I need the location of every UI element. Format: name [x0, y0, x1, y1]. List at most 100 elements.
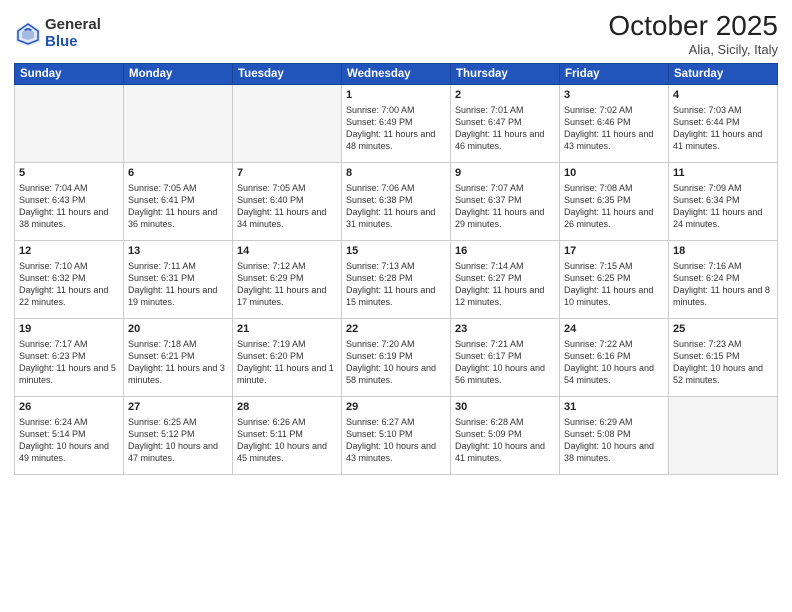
calendar-cell: 12Sunrise: 7:10 AM Sunset: 6:32 PM Dayli…: [15, 241, 124, 319]
day-info: Sunrise: 6:28 AM Sunset: 5:09 PM Dayligh…: [455, 416, 555, 465]
day-number: 6: [128, 166, 228, 181]
logo-general-label: General: [45, 17, 101, 34]
calendar-week-0: 1Sunrise: 7:00 AM Sunset: 6:49 PM Daylig…: [15, 85, 778, 163]
calendar-cell: 4Sunrise: 7:03 AM Sunset: 6:44 PM Daylig…: [669, 85, 778, 163]
col-monday: Monday: [124, 64, 233, 85]
day-number: 4: [673, 88, 773, 103]
calendar-cell: 27Sunrise: 6:25 AM Sunset: 5:12 PM Dayli…: [124, 397, 233, 475]
calendar-cell: 8Sunrise: 7:06 AM Sunset: 6:38 PM Daylig…: [342, 163, 451, 241]
day-number: 26: [19, 400, 119, 415]
day-info: Sunrise: 7:21 AM Sunset: 6:17 PM Dayligh…: [455, 338, 555, 387]
logo-blue-label: Blue: [45, 34, 101, 51]
day-info: Sunrise: 7:16 AM Sunset: 6:24 PM Dayligh…: [673, 260, 773, 309]
day-info: Sunrise: 7:13 AM Sunset: 6:28 PM Dayligh…: [346, 260, 446, 309]
day-number: 14: [237, 244, 337, 259]
day-info: Sunrise: 7:15 AM Sunset: 6:25 PM Dayligh…: [564, 260, 664, 309]
month-title: October 2025: [608, 10, 778, 42]
day-number: 7: [237, 166, 337, 181]
calendar-cell: 1Sunrise: 7:00 AM Sunset: 6:49 PM Daylig…: [342, 85, 451, 163]
calendar-cell: 18Sunrise: 7:16 AM Sunset: 6:24 PM Dayli…: [669, 241, 778, 319]
day-number: 25: [673, 322, 773, 337]
day-info: Sunrise: 6:24 AM Sunset: 5:14 PM Dayligh…: [19, 416, 119, 465]
calendar-cell: 5Sunrise: 7:04 AM Sunset: 6:43 PM Daylig…: [15, 163, 124, 241]
day-number: 27: [128, 400, 228, 415]
day-number: 17: [564, 244, 664, 259]
day-number: 15: [346, 244, 446, 259]
day-info: Sunrise: 7:17 AM Sunset: 6:23 PM Dayligh…: [19, 338, 119, 387]
calendar-cell: 31Sunrise: 6:29 AM Sunset: 5:08 PM Dayli…: [560, 397, 669, 475]
col-thursday: Thursday: [451, 64, 560, 85]
calendar-cell: 11Sunrise: 7:09 AM Sunset: 6:34 PM Dayli…: [669, 163, 778, 241]
calendar-cell: 29Sunrise: 6:27 AM Sunset: 5:10 PM Dayli…: [342, 397, 451, 475]
calendar-cell: 19Sunrise: 7:17 AM Sunset: 6:23 PM Dayli…: [15, 319, 124, 397]
calendar-cell: 17Sunrise: 7:15 AM Sunset: 6:25 PM Dayli…: [560, 241, 669, 319]
day-info: Sunrise: 7:11 AM Sunset: 6:31 PM Dayligh…: [128, 260, 228, 309]
calendar-cell: 14Sunrise: 7:12 AM Sunset: 6:29 PM Dayli…: [233, 241, 342, 319]
day-number: 2: [455, 88, 555, 103]
day-number: 12: [19, 244, 119, 259]
day-number: 19: [19, 322, 119, 337]
day-number: 20: [128, 322, 228, 337]
day-info: Sunrise: 6:29 AM Sunset: 5:08 PM Dayligh…: [564, 416, 664, 465]
day-info: Sunrise: 7:05 AM Sunset: 6:40 PM Dayligh…: [237, 182, 337, 231]
calendar-week-2: 12Sunrise: 7:10 AM Sunset: 6:32 PM Dayli…: [15, 241, 778, 319]
col-saturday: Saturday: [669, 64, 778, 85]
day-number: 8: [346, 166, 446, 181]
calendar-cell: [669, 397, 778, 475]
col-tuesday: Tuesday: [233, 64, 342, 85]
calendar-cell: 28Sunrise: 6:26 AM Sunset: 5:11 PM Dayli…: [233, 397, 342, 475]
day-info: Sunrise: 7:05 AM Sunset: 6:41 PM Dayligh…: [128, 182, 228, 231]
day-number: 16: [455, 244, 555, 259]
calendar-cell: 30Sunrise: 6:28 AM Sunset: 5:09 PM Dayli…: [451, 397, 560, 475]
logo-text: General Blue: [45, 17, 101, 50]
day-info: Sunrise: 6:26 AM Sunset: 5:11 PM Dayligh…: [237, 416, 337, 465]
day-number: 21: [237, 322, 337, 337]
day-info: Sunrise: 7:00 AM Sunset: 6:49 PM Dayligh…: [346, 104, 446, 153]
logo: General Blue: [14, 17, 101, 50]
day-number: 13: [128, 244, 228, 259]
logo-icon: [14, 20, 42, 48]
calendar-cell: [124, 85, 233, 163]
day-info: Sunrise: 7:09 AM Sunset: 6:34 PM Dayligh…: [673, 182, 773, 231]
day-number: 18: [673, 244, 773, 259]
day-number: 9: [455, 166, 555, 181]
calendar-body: 1Sunrise: 7:00 AM Sunset: 6:49 PM Daylig…: [15, 85, 778, 475]
location: Alia, Sicily, Italy: [608, 42, 778, 57]
calendar-week-1: 5Sunrise: 7:04 AM Sunset: 6:43 PM Daylig…: [15, 163, 778, 241]
calendar-cell: 25Sunrise: 7:23 AM Sunset: 6:15 PM Dayli…: [669, 319, 778, 397]
calendar-cell: 15Sunrise: 7:13 AM Sunset: 6:28 PM Dayli…: [342, 241, 451, 319]
day-number: 11: [673, 166, 773, 181]
day-info: Sunrise: 6:25 AM Sunset: 5:12 PM Dayligh…: [128, 416, 228, 465]
calendar-week-3: 19Sunrise: 7:17 AM Sunset: 6:23 PM Dayli…: [15, 319, 778, 397]
page: General Blue October 2025 Alia, Sicily, …: [0, 0, 792, 612]
day-info: Sunrise: 7:22 AM Sunset: 6:16 PM Dayligh…: [564, 338, 664, 387]
day-info: Sunrise: 6:27 AM Sunset: 5:10 PM Dayligh…: [346, 416, 446, 465]
calendar-week-4: 26Sunrise: 6:24 AM Sunset: 5:14 PM Dayli…: [15, 397, 778, 475]
day-number: 24: [564, 322, 664, 337]
day-number: 22: [346, 322, 446, 337]
day-info: Sunrise: 7:10 AM Sunset: 6:32 PM Dayligh…: [19, 260, 119, 309]
calendar-cell: 13Sunrise: 7:11 AM Sunset: 6:31 PM Dayli…: [124, 241, 233, 319]
calendar-cell: [15, 85, 124, 163]
day-number: 5: [19, 166, 119, 181]
day-number: 31: [564, 400, 664, 415]
day-info: Sunrise: 7:01 AM Sunset: 6:47 PM Dayligh…: [455, 104, 555, 153]
day-info: Sunrise: 7:18 AM Sunset: 6:21 PM Dayligh…: [128, 338, 228, 387]
day-number: 29: [346, 400, 446, 415]
calendar-cell: 3Sunrise: 7:02 AM Sunset: 6:46 PM Daylig…: [560, 85, 669, 163]
day-info: Sunrise: 7:06 AM Sunset: 6:38 PM Dayligh…: [346, 182, 446, 231]
calendar-cell: 16Sunrise: 7:14 AM Sunset: 6:27 PM Dayli…: [451, 241, 560, 319]
day-number: 1: [346, 88, 446, 103]
calendar-cell: 26Sunrise: 6:24 AM Sunset: 5:14 PM Dayli…: [15, 397, 124, 475]
col-wednesday: Wednesday: [342, 64, 451, 85]
day-info: Sunrise: 7:02 AM Sunset: 6:46 PM Dayligh…: [564, 104, 664, 153]
col-sunday: Sunday: [15, 64, 124, 85]
calendar-table: Sunday Monday Tuesday Wednesday Thursday…: [14, 63, 778, 475]
day-number: 10: [564, 166, 664, 181]
day-number: 3: [564, 88, 664, 103]
calendar-cell: 10Sunrise: 7:08 AM Sunset: 6:35 PM Dayli…: [560, 163, 669, 241]
calendar-cell: 21Sunrise: 7:19 AM Sunset: 6:20 PM Dayli…: [233, 319, 342, 397]
calendar-cell: 2Sunrise: 7:01 AM Sunset: 6:47 PM Daylig…: [451, 85, 560, 163]
col-friday: Friday: [560, 64, 669, 85]
day-number: 28: [237, 400, 337, 415]
